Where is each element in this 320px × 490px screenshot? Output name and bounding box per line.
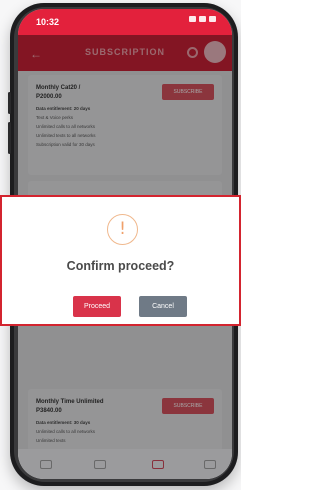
warning-icon: !	[107, 214, 138, 245]
proceed-button[interactable]: Proceed	[73, 296, 121, 317]
cancel-button[interactable]: Cancel	[139, 296, 187, 317]
status-bar: 10:32	[18, 9, 232, 35]
dialog-message: Confirm proceed?	[66, 259, 175, 273]
phone-side-button	[8, 92, 11, 114]
confirm-dialog: ! Confirm proceed? Proceed Cancel	[0, 195, 241, 326]
battery-icon	[209, 16, 216, 22]
status-time: 10:32	[36, 17, 60, 27]
wifi-icon	[199, 16, 206, 22]
phone-volume-button	[8, 122, 11, 154]
signal-icon	[189, 16, 196, 22]
stage: 10:32 ← SUBSCRIPTION Monthly Cat20 / P20…	[0, 0, 241, 490]
status-icons	[189, 16, 216, 22]
